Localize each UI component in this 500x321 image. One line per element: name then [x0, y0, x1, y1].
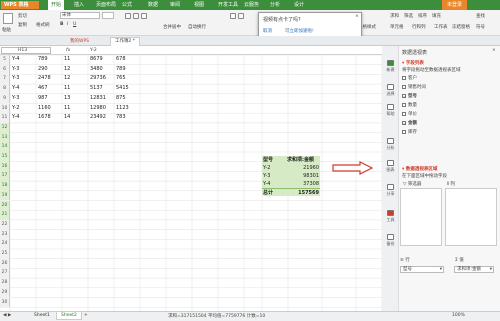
filter-area-label: ▽ 筛选器: [403, 182, 422, 187]
sheet-tab-sheet1[interactable]: Sheet1: [30, 312, 54, 320]
field-list-heading: ▾ 字段列表: [402, 61, 424, 66]
zoom-level[interactable]: 100%: [452, 313, 465, 318]
value-area-label: Σ 值: [455, 258, 464, 263]
sheet-nav-icon[interactable]: ◀ ▶: [3, 313, 11, 318]
sidebar-item-7[interactable]: 备份: [382, 234, 399, 247]
areas-heading: ▾ 数据透视表区域: [402, 167, 438, 172]
backup-icon: [387, 234, 394, 240]
value-field-pill[interactable]: 求和项:金额 ▾: [454, 266, 494, 273]
row-area-label: ≡ 行: [400, 258, 410, 263]
checkbox-checked[interactable]: ✓: [402, 93, 406, 98]
checkbox[interactable]: [402, 102, 406, 107]
panel-close-icon[interactable]: ×: [492, 48, 496, 53]
field-label: 金额: [408, 121, 417, 126]
field-item[interactable]: 销售时间: [402, 84, 426, 90]
panel-title: 数据透视表: [402, 50, 428, 56]
sidebar-item-6[interactable]: 工具: [382, 210, 399, 223]
chevron-down-icon: ▾: [439, 267, 442, 272]
sidebar-item-label: 选择: [386, 91, 395, 96]
field-item[interactable]: 库存: [402, 129, 417, 135]
new-icon: [387, 60, 394, 66]
sidebar-item-3[interactable]: 分析: [382, 138, 399, 151]
field-item[interactable]: 客户: [402, 75, 417, 81]
value-label: 值: [459, 258, 464, 263]
field-item[interactable]: 单价: [402, 111, 417, 117]
field-item[interactable]: ✓ 型号: [402, 93, 417, 99]
column-area[interactable]: [445, 188, 497, 246]
status-summary: 求和=317151504 平均值=7759776 计数=10: [168, 314, 266, 319]
areas-hint: 在下面区域中拖动字段: [402, 174, 447, 179]
sidebar-item-label: 新建: [386, 67, 395, 72]
analysis-icon: [387, 138, 394, 144]
checkbox[interactable]: [402, 84, 406, 89]
sheet-tab-sheet2[interactable]: Sheet2: [56, 312, 82, 320]
field-list-label: 字段列表: [405, 61, 424, 66]
row-field-pill[interactable]: 型号 ▾: [400, 266, 444, 273]
field-label: 单价: [408, 112, 417, 117]
sidebar-item-5[interactable]: 分享: [382, 184, 399, 197]
value-field-text: 求和项:金额: [457, 267, 482, 272]
sidebar-item-1[interactable]: 选择: [382, 84, 399, 97]
chevron-down-icon: ▾: [489, 267, 492, 272]
wps-window: WPS 表格 开始 插入 页面布局 公式 数据 审阅 视图 开发工具 云服务 分析 设计 未登录 粘…: [0, 0, 500, 321]
checkbox[interactable]: [402, 129, 406, 134]
field-label: 客户: [408, 76, 417, 81]
share-icon: [387, 184, 394, 190]
add-sheet-icon[interactable]: +: [84, 313, 88, 318]
checkbox-checked[interactable]: ✓: [402, 120, 406, 125]
sidebar-item-label: 备份: [386, 241, 395, 246]
tools-icon: [387, 210, 394, 216]
checkbox[interactable]: [402, 111, 406, 116]
checkbox[interactable]: [402, 75, 406, 80]
row-field-text: 型号: [403, 267, 412, 272]
chart-icon: [387, 160, 394, 166]
field-label: 库存: [408, 130, 417, 135]
sidebar-item-label: 分析: [386, 145, 395, 150]
sidebar-item-label: 工具: [386, 217, 395, 222]
field-label: 数量: [408, 103, 417, 108]
column-area-label: ⦀ 列: [447, 182, 455, 187]
sidebar-item-2[interactable]: 帮助: [382, 104, 399, 117]
filter-label: 筛选器: [407, 182, 422, 187]
field-label: 销售时间: [408, 85, 426, 90]
pivot-panel: [382, 46, 500, 321]
row-label: 行: [405, 258, 410, 263]
select-icon: [387, 84, 394, 90]
areas-title-label: 数据透视表区域: [405, 167, 438, 172]
red-arrow-right: [332, 161, 374, 175]
field-item[interactable]: ✓ 金额: [402, 120, 417, 126]
drag-hint: 将字段拖动至数据透视表区域: [402, 68, 461, 73]
sidebar-item-label: 图表: [386, 167, 395, 172]
field-label: 型号: [408, 94, 417, 99]
field-item[interactable]: 数量: [402, 102, 417, 108]
filter-area[interactable]: [400, 188, 442, 246]
sidebar-item-label: 分享: [386, 191, 395, 196]
sidebar-item-label: 帮助: [386, 111, 395, 116]
col-label: 列: [450, 182, 455, 187]
sidebar-item-0[interactable]: 新建: [382, 60, 399, 73]
sidebar-item-4[interactable]: 图表: [382, 160, 399, 173]
help-icon: [387, 104, 394, 110]
